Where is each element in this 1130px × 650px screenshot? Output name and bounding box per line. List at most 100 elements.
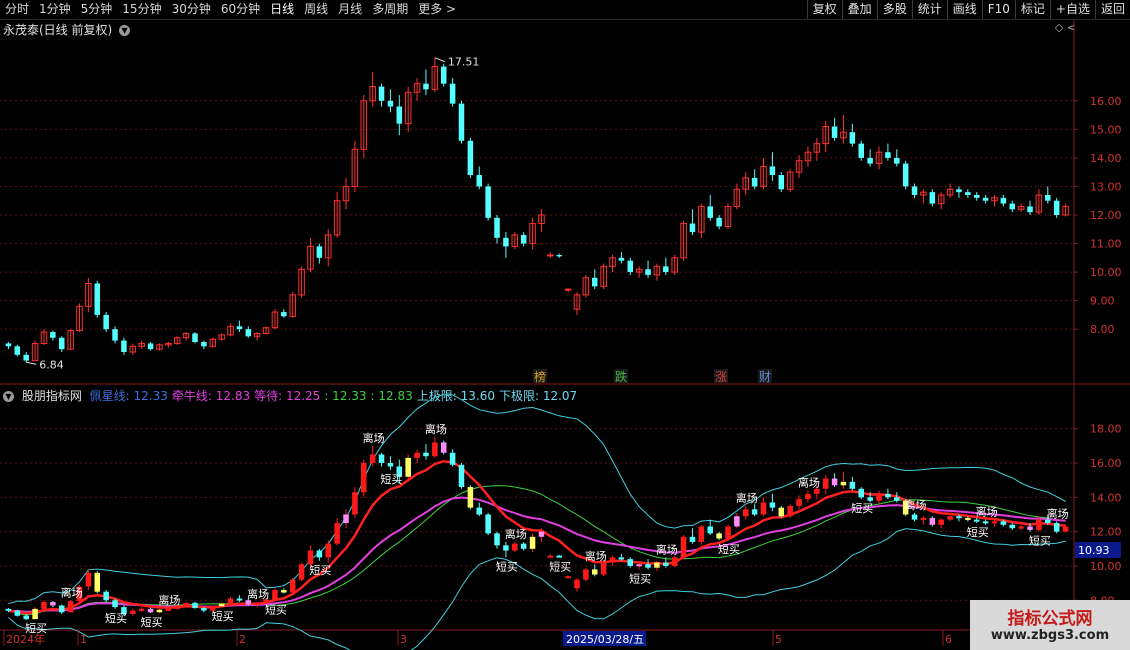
candle-body — [494, 217, 500, 238]
signal-buy-label: 短买 — [105, 611, 127, 625]
signal-leave-label: 离场 — [425, 422, 447, 436]
ind-block — [565, 576, 571, 579]
ind-block — [494, 533, 500, 546]
signal-buy-label: 短买 — [141, 615, 163, 629]
candle-body — [564, 288, 572, 291]
price-axis-label: 16.00 — [1090, 95, 1122, 108]
candle-body — [503, 237, 509, 247]
date-axis-label: 1 — [80, 633, 87, 646]
ind-block — [965, 517, 971, 520]
ind-block — [67, 601, 74, 613]
signal-buy-label: 短买 — [851, 501, 873, 515]
ind-block — [201, 607, 207, 611]
ind-block — [58, 605, 65, 613]
ind-block — [920, 517, 927, 520]
ind-block — [787, 505, 793, 517]
candle-body — [982, 197, 989, 201]
ind-block — [289, 579, 296, 593]
ind-block — [876, 493, 882, 501]
ind-block — [654, 562, 660, 568]
ind-block — [476, 507, 483, 515]
date-axis-label: 2024年 — [6, 632, 45, 646]
ind-block — [725, 526, 731, 539]
fast-ma-line — [8, 460, 1066, 615]
watermark-url: www.zbgs3.com — [990, 628, 1110, 643]
ind-block — [849, 481, 856, 489]
ind-block — [1018, 526, 1024, 529]
candle-body — [14, 346, 21, 355]
ind-block — [485, 514, 491, 534]
ind-block — [680, 536, 687, 558]
candle-body — [423, 83, 429, 90]
candle-body — [778, 175, 785, 190]
event-marker: 财 — [759, 370, 771, 384]
watermark-title: 指标公式网 — [1007, 609, 1093, 629]
ind-block — [378, 454, 385, 464]
ind-block — [663, 562, 669, 566]
candle-body — [1053, 200, 1060, 215]
lower-band-line — [8, 528, 1066, 650]
high-label: 17.51 — [448, 56, 480, 69]
candle-body — [929, 192, 936, 204]
ind-block — [440, 442, 447, 453]
ind-block — [867, 497, 873, 501]
candle-body — [1027, 206, 1033, 213]
ind-block — [1036, 519, 1042, 530]
ind-block — [911, 514, 918, 520]
ind-block — [858, 488, 864, 498]
ind-block — [929, 517, 936, 525]
ind-block — [458, 464, 465, 488]
signal-leave-label: 离场 — [736, 491, 758, 505]
ind-block — [671, 557, 678, 566]
ind-block — [556, 555, 562, 558]
candle-body — [396, 106, 403, 124]
high-marker-line — [434, 57, 446, 63]
candle-body — [23, 354, 29, 361]
ind-block — [591, 569, 598, 575]
event-marker: 榜 — [534, 369, 546, 384]
ind-block — [423, 452, 429, 457]
candle-body — [112, 329, 118, 341]
candle-body — [627, 260, 634, 273]
ind-block — [947, 516, 953, 520]
date-axis-label: 2 — [239, 633, 246, 646]
ind-block — [1009, 524, 1016, 529]
ind-block — [5, 608, 12, 611]
ind-block — [698, 526, 705, 542]
ind-block — [627, 559, 634, 566]
signal-buy-label: 短买 — [629, 571, 651, 585]
candle-body — [707, 206, 713, 218]
candle-body — [965, 192, 971, 196]
ind-block — [769, 502, 776, 508]
ind-block — [814, 488, 820, 494]
signal-buy-label: 短买 — [496, 559, 518, 573]
ind-block — [227, 598, 234, 604]
signal-leave-label: 离场 — [905, 498, 927, 512]
candle-body — [485, 186, 491, 218]
ind-block — [343, 514, 349, 524]
ind-block — [1053, 523, 1060, 532]
candle-body — [236, 326, 243, 330]
ind-block — [50, 601, 56, 606]
ind-block — [831, 478, 838, 486]
ind-block — [707, 526, 713, 534]
ind-block — [760, 502, 767, 515]
ind-block — [538, 531, 545, 537]
price-axis-label: 15.00 — [1090, 123, 1122, 136]
kline-chart[interactable]: 16.00 15.00 14.00 13.00 12.00 11.00 10.00 9.00 8… — [0, 0, 1130, 650]
signal-buy-label: 短买 — [265, 602, 287, 616]
candle-body — [911, 186, 918, 196]
ind-block — [956, 516, 962, 519]
date-axis-label: 6 — [945, 633, 952, 646]
ind-block — [236, 598, 243, 601]
event-marker: 涨 — [715, 369, 727, 384]
ind-block — [387, 463, 394, 467]
ind-block — [734, 516, 740, 527]
ind-block — [529, 536, 536, 549]
candle-body — [1009, 203, 1016, 210]
ind-block — [254, 602, 260, 605]
ind-block — [218, 603, 225, 607]
ind-block — [352, 492, 358, 515]
ind-block — [547, 555, 554, 558]
ind-block — [636, 564, 642, 567]
